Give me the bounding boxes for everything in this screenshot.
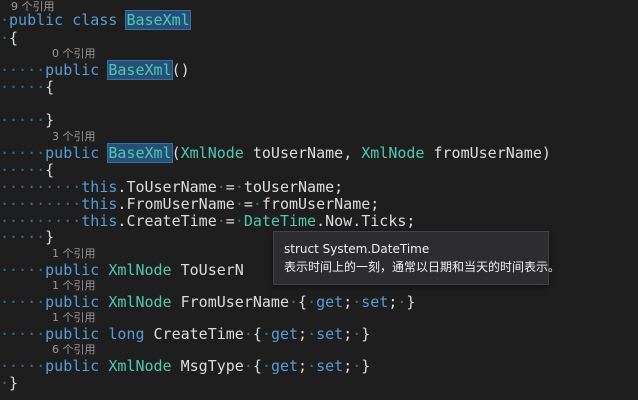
whitespace-dot: · xyxy=(0,11,10,29)
type-xmlnode: XmlNode xyxy=(108,357,172,375)
code-line-assign-time: ·········this.CreateTime·=·DateTime.Now.… xyxy=(0,212,416,230)
type-datetime-hovered[interactable]: DateTime xyxy=(244,212,316,230)
keyword-get: get xyxy=(270,325,299,343)
code-line-open-brace: ·{ xyxy=(0,29,19,47)
code-line-ctor2: ·····public BaseXml(XmlNode toUserName, … xyxy=(0,143,551,163)
code-line-ctor1-open: ·····{ xyxy=(0,78,55,96)
keyword-public: public xyxy=(45,261,100,279)
keyword-public: public xyxy=(9,11,64,29)
code-lens-prop-time-refs[interactable]: 1 个引用 xyxy=(52,311,96,325)
close-brace: } xyxy=(9,374,19,392)
member-from-user-name: FromUserName xyxy=(126,195,235,213)
value-from-user-name: fromUserName xyxy=(261,195,371,213)
code-line-prop-time: ·····public long CreateTime·{·get;·set;·… xyxy=(0,325,371,343)
keyword-class: class xyxy=(72,11,118,29)
code-lens-prop-to-refs[interactable]: 1 个引用 xyxy=(52,247,96,261)
member-create-time: CreateTime xyxy=(126,212,217,230)
code-line-prop-from: ·····public XmlNode FromUserName·{·get;·… xyxy=(0,293,416,311)
code-line-ctor1: ·····public BaseXml() xyxy=(0,60,190,80)
open-brace: { xyxy=(45,78,55,96)
keyword-this: this xyxy=(81,212,118,230)
type-xmlnode: XmlNode xyxy=(108,261,172,279)
prop-msg-type: MsgType xyxy=(180,357,244,375)
code-lens-ctor2-refs[interactable]: 3 个引用 xyxy=(52,130,96,144)
type-xmlnode: XmlNode xyxy=(361,144,425,162)
keyword-this: this xyxy=(81,178,118,196)
prop-to-user-name: ToUserN xyxy=(180,261,244,279)
tooltip-signature: struct System.DateTime xyxy=(284,242,430,256)
member-to-user-name: ToUserName xyxy=(126,178,217,196)
open-brace: { xyxy=(9,29,19,47)
code-line-ctor2-open: ·····{ xyxy=(0,161,55,179)
code-line-prop-to: ·····public XmlNode ToUserN xyxy=(0,261,244,279)
ctor2-name-highlighted[interactable]: BaseXml xyxy=(107,143,173,163)
code-editor[interactable]: 9 个引用 ·public class BaseXml ·{ 0 个引用 ···… xyxy=(0,0,638,400)
keyword-get: get xyxy=(316,293,344,311)
prop-from-user-name: FromUserName xyxy=(180,293,289,311)
prop-create-time: CreateTime xyxy=(153,325,244,343)
keyword-this: this xyxy=(81,195,118,213)
type-xmlnode: XmlNode xyxy=(180,144,244,162)
code-line-prop-msg: ·····public XmlNode MsgType·{·get;·set;·… xyxy=(0,357,371,375)
code-lens-ctor1-refs[interactable]: 0 个引用 xyxy=(52,47,96,61)
type-xmlnode: XmlNode xyxy=(108,293,172,311)
code-line-class-declaration: ·public class BaseXml xyxy=(0,10,191,30)
keyword-long: long xyxy=(108,325,145,343)
code-line-assign-to: ·········this.ToUserName·=·toUserName; xyxy=(0,178,344,196)
code-line-assign-from: ·········this.FromUserName·=·fromUserNam… xyxy=(0,195,380,213)
keyword-set: set xyxy=(361,293,389,311)
class-name-highlighted[interactable]: BaseXml xyxy=(125,10,191,30)
close-brace: } xyxy=(45,228,55,246)
param-from-user-name: fromUserName xyxy=(433,144,542,162)
open-brace: { xyxy=(45,161,55,179)
member-now-ticks: Now.Ticks xyxy=(325,212,407,230)
code-line-ctor1-close: ·····} xyxy=(0,111,55,129)
code-line-class-close: ·} xyxy=(0,374,19,392)
code-lens-prop-from-refs[interactable]: 1 个引用 xyxy=(52,279,96,293)
close-brace: } xyxy=(45,111,55,129)
keyword-public: public xyxy=(45,325,100,343)
code-line-ctor2-close: ·····} xyxy=(0,228,55,246)
keyword-public: public xyxy=(45,293,100,311)
tooltip-description: 表示时间上的一刻，通常以日期和当天的时间表示。 xyxy=(284,260,561,274)
keyword-set: set xyxy=(316,357,344,375)
keyword-public: public xyxy=(45,357,100,375)
param-to-user-name: toUserName xyxy=(252,144,344,162)
ctor1-name-highlighted[interactable]: BaseXml xyxy=(107,60,173,80)
keyword-set: set xyxy=(316,325,344,343)
code-lens-prop-msg-refs[interactable]: 6 个引用 xyxy=(52,343,96,357)
value-to-user-name: toUserName xyxy=(243,178,335,196)
keyword-get: get xyxy=(270,357,299,375)
keyword-public: public xyxy=(45,61,100,79)
quick-info-tooltip: struct System.DateTime 表示时间上的一刻，通常以日期和当天… xyxy=(273,231,561,285)
keyword-public: public xyxy=(45,144,100,162)
